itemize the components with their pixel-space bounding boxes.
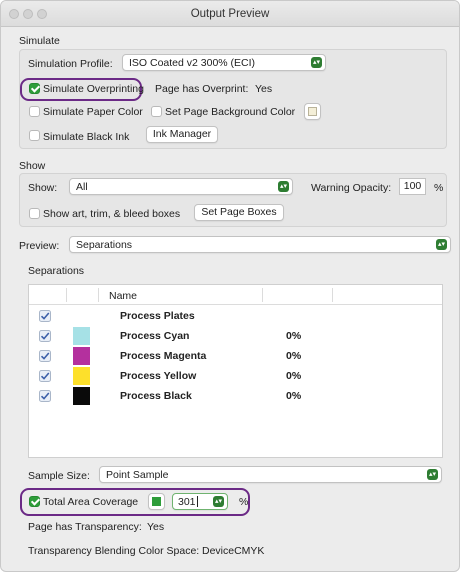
total-area-coverage-checkbox[interactable] [29,496,40,507]
separation-row-black[interactable]: Process Black 0% [29,386,442,406]
preview-value: Separations [76,239,133,251]
sample-size-popup[interactable]: Point Sample ▴▾ [99,466,442,483]
separation-row-magenta[interactable]: Process Magenta 0% [29,346,442,366]
show-section-label: Show [19,160,46,172]
separation-name: Process Magenta [120,350,207,362]
visibility-check-icon[interactable] [39,310,51,322]
separation-name: Process Plates [120,310,195,322]
show-boxes-label: Show art, trim, & bleed boxes [43,208,181,220]
separation-percent: 0% [286,390,302,402]
set-page-bg-label: Set Page Background Color [165,106,296,118]
simulate-overprinting-checkbox[interactable] [29,83,40,94]
simulate-section-label: Simulate [19,35,60,47]
show-value: All [76,181,88,193]
visibility-check-icon[interactable] [39,350,51,362]
coverage-value: 301 [178,496,196,508]
page-overprint-value: Yes [255,83,273,95]
window-title: Output Preview [190,8,270,20]
show-popup[interactable]: All ▴▾ [69,178,293,195]
separation-percent: 0% [286,350,302,362]
separation-name: Process Yellow [120,370,197,382]
simulation-profile-value: ISO Coated v2 300% (ECI) [129,57,256,69]
total-area-coverage-label: Total Area Coverage [43,496,139,508]
popup-chevron-icon: ▴▾ [436,239,447,250]
separation-name: Process Black [120,390,192,402]
simulate-overprinting-label: Simulate Overprinting [43,83,144,95]
color-swatch [73,327,90,345]
separation-name: Process Cyan [120,330,190,342]
warning-opacity-field[interactable]: 100 [399,178,426,195]
preview-popup[interactable]: Separations ▴▾ [69,236,451,253]
page-bg-color-swatch[interactable] [304,103,321,120]
visibility-check-icon[interactable] [39,390,51,402]
column-divider [262,288,263,302]
warning-opacity-unit: % [434,182,444,194]
column-divider [332,288,333,302]
color-swatch [73,387,90,405]
color-swatch [73,347,90,365]
sample-size-value: Point Sample [106,469,169,481]
set-page-boxes-button[interactable]: Set Page Boxes [194,204,284,221]
blending-space-value: DeviceCMYK [202,545,265,557]
simulation-profile-popup[interactable]: ISO Coated v2 300% (ECI) ▴▾ [122,54,326,71]
popup-chevron-icon: ▴▾ [213,496,224,507]
blending-space-label: Transparency Blending Color Space: [28,545,200,557]
separations-section-label: Separations [28,265,85,277]
simulate-black-ink-label: Simulate Black Ink [43,131,130,143]
simulate-paper-color-label: Simulate Paper Color [43,106,143,118]
simulate-black-ink-checkbox[interactable] [29,130,40,141]
color-swatch [73,307,90,325]
separations-table: Name Process Plates Process Cyan 0% Proc… [28,284,443,458]
show-boxes-checkbox[interactable] [29,208,40,219]
color-swatch [73,367,90,385]
coverage-color-chip [152,497,161,506]
separations-header: Name [29,285,442,305]
warning-opacity-label: Warning Opacity: [311,182,392,194]
column-divider [98,288,99,302]
text-cursor [197,496,198,507]
coverage-value-combo[interactable]: 301 ▴▾ [172,493,228,510]
transparency-value: Yes [147,521,165,533]
visibility-check-icon[interactable] [39,370,51,382]
output-preview-window: Output Preview Simulate Simulation Profi… [0,0,460,572]
coverage-color-swatch[interactable] [148,493,165,510]
set-page-bg-checkbox[interactable] [151,106,162,117]
coverage-unit: % [239,496,249,508]
transparency-label: Page has Transparency: [28,521,142,533]
separation-percent: 0% [286,330,302,342]
simulate-paper-color-checkbox[interactable] [29,106,40,117]
show-label: Show: [28,182,58,194]
popup-chevron-icon: ▴▾ [311,57,322,68]
separation-row-yellow[interactable]: Process Yellow 0% [29,366,442,386]
page-overprint-label: Page has Overprint: [155,83,249,95]
popup-chevron-icon: ▴▾ [427,469,438,480]
title-bar: Output Preview [1,1,459,27]
column-name-header: Name [109,290,138,302]
visibility-check-icon[interactable] [39,330,51,342]
preview-label: Preview: [19,240,60,252]
column-divider [66,288,67,302]
separation-row-plates[interactable]: Process Plates [29,306,442,326]
bg-color-chip [308,107,317,116]
simulation-profile-label: Simulation Profile: [28,58,113,70]
sample-size-label: Sample Size: [28,470,90,482]
popup-chevron-icon: ▴▾ [278,181,289,192]
ink-manager-button[interactable]: Ink Manager [146,126,218,143]
separation-row-cyan[interactable]: Process Cyan 0% [29,326,442,346]
separation-percent: 0% [286,370,302,382]
